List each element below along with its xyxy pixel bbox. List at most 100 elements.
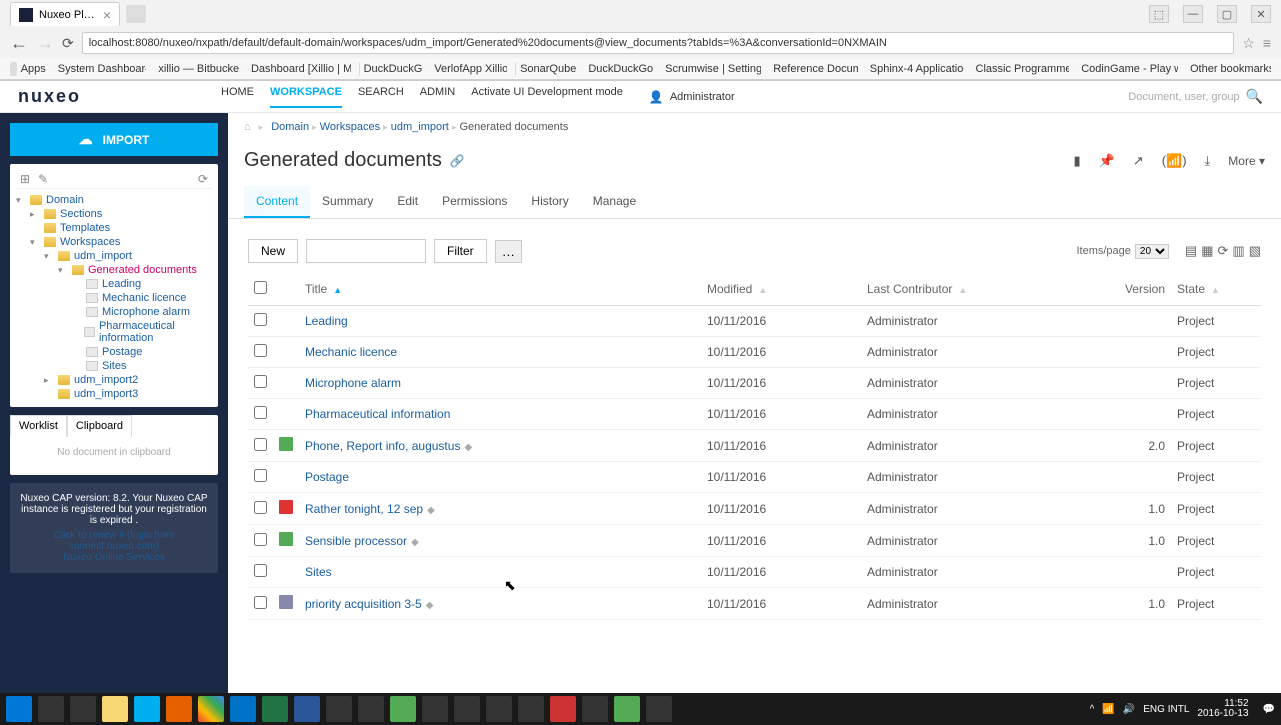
- task-search-icon[interactable]: [38, 696, 64, 722]
- bookmark-item[interactable]: System Dashboard: [54, 62, 147, 76]
- breadcrumb-item[interactable]: Domain: [271, 121, 309, 133]
- app-icon[interactable]: [422, 696, 448, 722]
- browser-tab[interactable]: Nuxeo Platform - Gener… ×: [10, 2, 120, 26]
- nav-workspace[interactable]: WORKSPACE: [270, 86, 342, 108]
- tree-refresh-icon[interactable]: ⟳: [198, 172, 208, 186]
- tree-tool-tag-icon[interactable]: ✎: [38, 172, 48, 186]
- renew-link[interactable]: Click to renew it (login from connect.nu…: [20, 530, 208, 552]
- subscribe-icon[interactable]: (📶): [1162, 153, 1187, 169]
- app-icon[interactable]: [390, 696, 416, 722]
- app-icon[interactable]: [614, 696, 640, 722]
- word-icon[interactable]: [294, 696, 320, 722]
- back-button[interactable]: ←: [10, 33, 28, 54]
- document-link[interactable]: Rather tonight, 12 sep: [305, 502, 423, 516]
- tree-node[interactable]: Sites: [72, 359, 212, 373]
- bookmark-item[interactable]: CodinGame - Play wi: [1077, 62, 1178, 76]
- bookmark-item[interactable]: SonarQube: [515, 62, 577, 76]
- more-filter-button[interactable]: …: [495, 240, 522, 263]
- app-icon[interactable]: [486, 696, 512, 722]
- incognito-icon[interactable]: ⬚: [1149, 5, 1169, 23]
- row-checkbox[interactable]: [254, 438, 267, 451]
- task-view-icon[interactable]: [70, 696, 96, 722]
- row-checkbox[interactable]: [254, 375, 267, 388]
- menu-icon[interactable]: ≡: [1263, 35, 1271, 51]
- row-checkbox[interactable]: [254, 596, 267, 609]
- explorer-icon[interactable]: [102, 696, 128, 722]
- bookmark-item[interactable]: Scrumwise | Settings: [661, 62, 761, 76]
- star-icon[interactable]: ☆: [1242, 35, 1255, 52]
- refresh-icon[interactable]: ⟳: [1218, 243, 1229, 259]
- close-tab-icon[interactable]: ×: [103, 7, 111, 23]
- app-icon[interactable]: [454, 696, 480, 722]
- pin-icon[interactable]: 📌: [1099, 153, 1115, 169]
- tray-volume-icon[interactable]: 🔊: [1123, 704, 1135, 715]
- tree-expand-icon[interactable]: ▸: [30, 209, 40, 220]
- tree-tool-nav-icon[interactable]: ⊞: [20, 172, 30, 186]
- terminal-icon[interactable]: [358, 696, 384, 722]
- tree-node-sections[interactable]: ▸ Sections: [30, 207, 212, 221]
- new-tab-button[interactable]: [126, 5, 146, 23]
- filter-button[interactable]: Filter: [434, 239, 487, 263]
- col-title[interactable]: Title: [305, 282, 327, 296]
- bookmark-icon[interactable]: ▮: [1073, 153, 1080, 169]
- bookmark-item[interactable]: Reference Docum: [769, 62, 858, 76]
- tree-node-udm-import2[interactable]: ▸ udm_import2: [44, 373, 212, 387]
- document-link[interactable]: priority acquisition 3-5: [305, 597, 422, 611]
- skype-icon[interactable]: [134, 696, 160, 722]
- minimize-button[interactable]: —: [1183, 5, 1203, 23]
- tree-node-udm-import3[interactable]: udm_import3: [44, 387, 212, 401]
- document-link[interactable]: Microphone alarm: [305, 376, 401, 390]
- tree-collapse-icon[interactable]: ▾: [16, 195, 26, 206]
- row-checkbox[interactable]: [254, 501, 267, 514]
- col-contributor[interactable]: Last Contributor: [867, 282, 952, 296]
- tree-node-generated-documents[interactable]: ▾ Generated documents: [58, 263, 212, 277]
- row-checkbox[interactable]: [254, 344, 267, 357]
- tab-edit[interactable]: Edit: [385, 186, 430, 218]
- tree-node-udm-import[interactable]: ▾ udm_import: [44, 249, 212, 263]
- home-icon[interactable]: ⌂: [244, 121, 251, 133]
- select-all-checkbox[interactable]: [254, 281, 267, 294]
- row-checkbox[interactable]: [254, 533, 267, 546]
- nav-activate-ui-development-mode[interactable]: Activate UI Development mode: [471, 86, 623, 108]
- breadcrumb-item[interactable]: Workspaces: [320, 121, 380, 133]
- start-button[interactable]: [6, 696, 32, 722]
- document-link[interactable]: Postage: [305, 470, 349, 484]
- bookmark-item[interactable]: Sphinx-4 Application: [866, 62, 964, 76]
- worklist-tab[interactable]: Worklist: [10, 415, 67, 437]
- row-checkbox[interactable]: [254, 469, 267, 482]
- tree-collapse-icon[interactable]: ▾: [58, 265, 68, 276]
- tree-node[interactable]: Leading: [72, 277, 212, 291]
- close-window-button[interactable]: ✕: [1251, 5, 1271, 23]
- document-link[interactable]: Pharmaceutical information: [305, 407, 450, 421]
- app-icon[interactable]: [582, 696, 608, 722]
- nav-admin[interactable]: ADMIN: [420, 86, 455, 108]
- nav-home[interactable]: HOME: [221, 86, 254, 108]
- list-view-icon[interactable]: ▤: [1185, 243, 1197, 259]
- bookmark-item[interactable]: DuckDuckGo: [584, 62, 653, 76]
- tree-node-templates[interactable]: Templates: [30, 221, 212, 235]
- filter-input[interactable]: [306, 239, 426, 263]
- maximize-button[interactable]: ▢: [1217, 5, 1237, 23]
- tab-permissions[interactable]: Permissions: [430, 186, 519, 218]
- clipboard-tab[interactable]: Clipboard: [67, 415, 132, 437]
- outlook-icon[interactable]: [230, 696, 256, 722]
- row-checkbox[interactable]: [254, 313, 267, 326]
- tree-node[interactable]: Postage: [72, 345, 212, 359]
- app-icon[interactable]: [646, 696, 672, 722]
- app-icon[interactable]: [550, 696, 576, 722]
- firefox-icon[interactable]: [166, 696, 192, 722]
- document-link[interactable]: Leading: [305, 314, 348, 328]
- clock[interactable]: 11:52 2016-10-13: [1197, 699, 1254, 719]
- nav-search[interactable]: SEARCH: [358, 86, 404, 108]
- tab-content[interactable]: Content: [244, 186, 310, 218]
- chrome-icon[interactable]: [198, 696, 224, 722]
- other-bookmarks[interactable]: Other bookmarks: [1186, 62, 1271, 76]
- tray-chevron-icon[interactable]: ^: [1090, 704, 1095, 715]
- bookmark-item[interactable]: Dashboard [Xillio | My: [247, 62, 351, 76]
- col-modified[interactable]: Modified: [707, 282, 752, 296]
- user-menu[interactable]: 👤 Administrator: [649, 90, 735, 104]
- language-indicator[interactable]: ENG INTL: [1143, 704, 1189, 715]
- tree-collapse-icon[interactable]: ▾: [30, 237, 40, 248]
- bookmark-item[interactable]: DuckDuckG: [359, 62, 423, 76]
- document-link[interactable]: Mechanic licence: [305, 345, 397, 359]
